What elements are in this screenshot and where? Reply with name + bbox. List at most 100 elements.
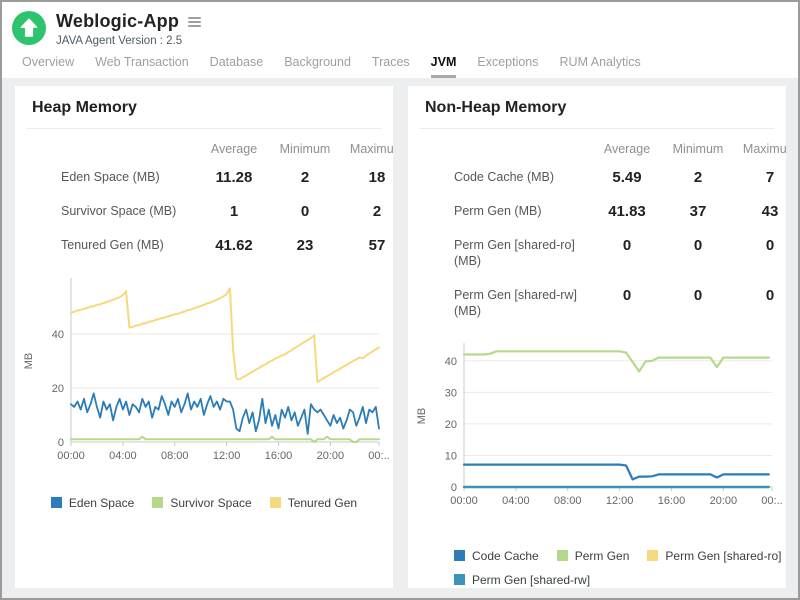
metric-maximum: 43 [734,203,786,220]
metric-minimum: 2 [269,169,341,186]
metric-minimum: 0 [662,287,734,304]
svg-text:16:00: 16:00 [265,450,293,462]
non-heap-memory-table: AverageMinimumMaximum Code Cache (MB)5.4… [408,135,786,327]
legend-item[interactable]: Code Cache [454,549,539,563]
metric-average: 11.28 [199,169,269,186]
legend-item[interactable]: Perm Gen [shared-ro] [647,549,781,563]
divider [420,128,774,129]
legend-swatch-icon [647,550,658,561]
svg-text:0: 0 [58,437,64,449]
metric-average: 41.62 [199,237,269,254]
content-area: Heap Memory AverageMinimumMaximum Eden S… [2,78,798,598]
metric-label: Perm Gen [shared-ro] (MB) [408,237,592,270]
svg-text:08:00: 08:00 [554,495,582,507]
svg-text:40: 40 [445,356,457,368]
legend-item[interactable]: Eden Space [51,496,134,510]
legend-label: Survivor Space [170,496,251,510]
panel-title-non-heap: Non-Heap Memory [425,99,786,117]
metric-average: 5.49 [592,169,662,186]
legend-swatch-icon [557,550,568,561]
svg-text:00:..: 00:.. [368,450,389,462]
table-row: Eden Space (MB)11.28218 [15,160,393,194]
legend-swatch-icon [454,550,465,561]
svg-text:20: 20 [52,383,64,395]
heap-chart-legend: Eden Space Survivor Space Tenured Gen [15,496,393,510]
non-heap-memory-chart: 01020304000:0004:0008:0012:0016:0020:000… [412,339,784,517]
metric-label: Perm Gen (MB) [408,203,592,219]
metric-average: 1 [199,203,269,220]
legend-item[interactable]: Perm Gen [shared-rw] [454,573,590,587]
metric-minimum: 37 [662,203,734,220]
metric-label: Tenured Gen (MB) [15,237,199,253]
tab-rum-analytics[interactable]: RUM Analytics [560,55,641,78]
metric-minimum: 2 [662,169,734,186]
column-header: Maximum [341,142,393,156]
metric-minimum: 0 [662,237,734,254]
column-header: Minimum [269,142,341,156]
tab-overview[interactable]: Overview [22,55,74,78]
svg-text:30: 30 [445,387,457,399]
metric-label: Perm Gen [shared-rw] (MB) [408,287,592,320]
svg-text:10: 10 [445,450,457,462]
non-heap-chart-legend: Code Cache Perm Gen Perm Gen [shared-ro] Pe… [454,549,784,587]
metric-label: Survivor Space (MB) [15,203,199,219]
table-row: Perm Gen [shared-rw] (MB)000 [408,278,786,328]
svg-text:12:00: 12:00 [606,495,634,507]
metric-minimum: 23 [269,237,341,254]
svg-text:16:00: 16:00 [658,495,686,507]
up-arrow-icon [12,11,46,45]
svg-text:12:00: 12:00 [213,450,241,462]
column-header: Maximum [734,142,786,156]
metric-average: 0 [592,287,662,304]
table-row: Tenured Gen (MB)41.622357 [15,228,393,262]
svg-text:00:00: 00:00 [450,495,478,507]
metric-average: 41.83 [592,203,662,220]
tab-traces[interactable]: Traces [372,55,410,78]
metric-average: 0 [592,237,662,254]
tab-database[interactable]: Database [210,55,264,78]
legend-swatch-icon [152,497,163,508]
column-header: Average [199,142,269,156]
tab-exceptions[interactable]: Exceptions [477,55,538,78]
metric-maximum: 7 [734,169,786,186]
divider [27,128,381,129]
heap-memory-table: AverageMinimumMaximum Eden Space (MB)11.… [15,135,393,262]
app-header: Weblogic-App JAVA Agent Version : 2.5 Ov… [2,2,798,78]
metric-minimum: 0 [269,203,341,220]
svg-text:20:00: 20:00 [317,450,345,462]
svg-text:20: 20 [445,419,457,431]
metric-maximum: 0 [734,237,786,254]
legend-item[interactable]: Survivor Space [152,496,251,510]
svg-text:04:00: 04:00 [109,450,137,462]
metric-maximum: 57 [341,237,393,254]
legend-item[interactable]: Perm Gen [557,549,630,563]
metric-maximum: 18 [341,169,393,186]
svg-text:00:00: 00:00 [57,450,85,462]
app-window: Weblogic-App JAVA Agent Version : 2.5 Ov… [0,0,800,600]
heap-memory-panel: Heap Memory AverageMinimumMaximum Eden S… [15,86,393,588]
legend-label: Perm Gen [575,549,630,563]
svg-text:0: 0 [451,482,457,494]
hamburger-icon[interactable] [186,15,203,29]
app-title: Weblogic-App [56,11,179,32]
legend-label: Tenured Gen [288,496,357,510]
table-row: Survivor Space (MB)102 [15,194,393,228]
svg-text:20:00: 20:00 [710,495,738,507]
legend-swatch-icon [454,574,465,585]
metric-label: Code Cache (MB) [408,169,592,185]
legend-label: Perm Gen [shared-rw] [472,573,590,587]
agent-version-label: JAVA Agent Version : 2.5 [56,35,203,47]
legend-label: Code Cache [472,549,539,563]
tab-background[interactable]: Background [284,55,351,78]
table-row: Perm Gen (MB)41.833743 [408,194,786,228]
tab-jvm[interactable]: JVM [431,55,457,78]
metric-maximum: 2 [341,203,393,220]
tab-web-transaction[interactable]: Web Transaction [95,55,189,78]
non-heap-memory-panel: Non-Heap Memory AverageMinimumMaximum Co… [408,86,786,588]
legend-item[interactable]: Tenured Gen [270,496,357,510]
svg-text:MB: MB [23,353,35,370]
metric-maximum: 0 [734,287,786,304]
panel-title-heap: Heap Memory [32,99,393,117]
column-header: Minimum [662,142,734,156]
tab-bar: Overview Web Transaction Database Backgroun… [12,47,798,79]
